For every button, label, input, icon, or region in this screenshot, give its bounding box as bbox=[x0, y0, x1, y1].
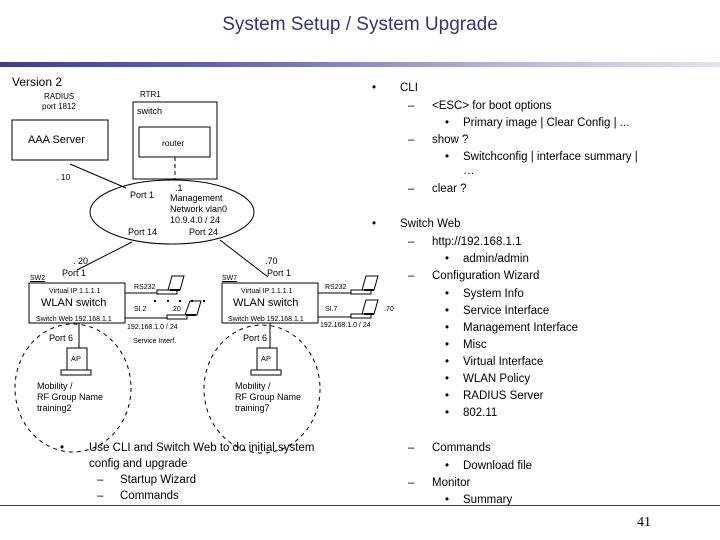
web-dash-1: – bbox=[408, 236, 415, 248]
mgmt-port1-label: Port 1 bbox=[130, 190, 155, 200]
left-bullet-line1: Use CLI and Switch Web to do initial sys… bbox=[89, 442, 315, 454]
cli-dash-2: – bbox=[408, 134, 415, 146]
sw2-port-label: Port 1 bbox=[62, 268, 87, 278]
cli-primary-image: Primary image | Clear Config | ... bbox=[463, 117, 630, 129]
sw2-rs232-laptop-icon bbox=[156, 275, 185, 295]
rtr1-label: RTR1 bbox=[140, 90, 161, 99]
left-bullet-marker: • bbox=[60, 442, 65, 454]
sw7-service-net: 192.168.1.0 / 24 bbox=[320, 322, 371, 329]
web-sub-bullet-download: • bbox=[445, 460, 450, 472]
sw7-ap-label: AP bbox=[261, 354, 272, 363]
switch-web-label: Switch Web bbox=[400, 218, 461, 230]
left-sub-dash-2: – bbox=[97, 490, 104, 502]
cli-label: CLI bbox=[400, 82, 418, 94]
sw2-switch-web-label: Switch Web 192.168.1.1 bbox=[36, 316, 112, 323]
cli-sub-bullet-2: • bbox=[445, 151, 450, 163]
left-sub-startup-wizard: Startup Wizard bbox=[120, 474, 197, 486]
wizard-80211: 802.11 bbox=[463, 407, 498, 419]
mgmt-network-name: Management bbox=[170, 193, 223, 203]
radius-label: RADIUS bbox=[44, 92, 75, 101]
sw7-wlan-switch-label: WLAN switch bbox=[233, 297, 299, 309]
sw7-rf-group-label: RF Group Name bbox=[235, 392, 302, 402]
cli-switchconfig: Switchconfig | interface summary | bbox=[463, 151, 638, 163]
web-download-file: Download file bbox=[463, 460, 533, 472]
web-monitor: Monitor bbox=[432, 477, 471, 489]
sw2-name-label: SW2 bbox=[30, 275, 46, 282]
web-sub-bullet-credentials: • bbox=[445, 253, 450, 265]
cli-show: show ? bbox=[432, 134, 469, 146]
left-sub-commands: Commands bbox=[120, 490, 179, 502]
cli-ellipsis: … bbox=[463, 165, 475, 177]
cli-clear: clear ? bbox=[432, 183, 467, 195]
cli-dash-3: – bbox=[408, 183, 415, 195]
sw7-port-label: Port 1 bbox=[267, 268, 292, 278]
sw7-si-laptop-icon bbox=[350, 299, 379, 319]
cli-bullet-marker: • bbox=[372, 82, 377, 94]
web-commands: Commands bbox=[432, 442, 491, 454]
sw2-service-label: Service Interf. bbox=[133, 338, 177, 345]
sw2-ap-port-label: Port 6 bbox=[49, 333, 74, 343]
radius-port-label: port 1812 bbox=[42, 102, 76, 111]
wizard-service-interface: Service Interface bbox=[463, 305, 550, 317]
sw2-ap-label: AP bbox=[71, 354, 82, 363]
aaa-server-label: AAA Server bbox=[28, 134, 85, 146]
mgmt-subnet-label: 10.9.4.0 / 24 bbox=[170, 215, 221, 225]
sw7-training-label: training7 bbox=[235, 403, 270, 413]
left-sub-dash-1: – bbox=[97, 474, 104, 486]
sw7-laptop-ip: .70 bbox=[384, 306, 394, 313]
wizard-bullet-1: • bbox=[445, 288, 450, 300]
wizard-management-interface: Management Interface bbox=[463, 322, 579, 334]
wizard-bullet-2: • bbox=[445, 305, 450, 317]
mgmt-vlan-label: Network vlan0 bbox=[170, 204, 228, 214]
web-url: http://192.168.1.1 bbox=[432, 236, 522, 248]
sw7-ap-base bbox=[250, 369, 282, 376]
web-bullet-marker: • bbox=[372, 218, 377, 230]
web-dash-3: – bbox=[408, 442, 415, 454]
switch-label: switch bbox=[137, 106, 163, 116]
sw7-rs232-label: RS232 bbox=[325, 284, 347, 291]
wizard-bullet-6: • bbox=[445, 373, 450, 385]
web-dash-2: – bbox=[408, 270, 415, 282]
page-number: 41 bbox=[637, 515, 651, 530]
sw7-ap-port-label: Port 6 bbox=[243, 333, 268, 343]
cli-sub-bullet-1: • bbox=[445, 117, 450, 129]
aaa-link bbox=[69, 163, 127, 189]
web-credentials: admin/admin bbox=[463, 253, 529, 265]
sw2-si-label: SI.2 bbox=[134, 306, 147, 313]
wizard-bullet-4: • bbox=[445, 339, 450, 351]
web-dash-4: – bbox=[408, 477, 415, 489]
wizard-bullet-7: • bbox=[445, 390, 450, 402]
mgmt-port24-label: Port 24 bbox=[189, 227, 219, 237]
mgmt-port14-label: Port 14 bbox=[128, 227, 158, 237]
wizard-system-info: System Info bbox=[463, 288, 524, 300]
sw7-mobility-label: Mobility / bbox=[235, 381, 271, 391]
cli-dash-1: – bbox=[408, 100, 415, 112]
sw2-service-net: 192.168.1.0 / 24 bbox=[127, 324, 178, 331]
wizard-bullet-8: • bbox=[445, 407, 450, 419]
version-label: Version 2 bbox=[12, 75, 63, 89]
wizard-bullet-5: • bbox=[445, 356, 450, 368]
sw2-ap-base bbox=[60, 369, 92, 376]
sw7-name-label: SW7 bbox=[222, 275, 238, 282]
web-config-wizard: Configuration Wizard bbox=[432, 270, 540, 282]
sw7-si-label: SI.7 bbox=[325, 306, 338, 313]
wizard-bullet-3: • bbox=[445, 322, 450, 334]
aaa-ip-label: . 10 bbox=[56, 172, 71, 182]
sw2-mobility-label: Mobility / bbox=[37, 381, 73, 391]
sw2-laptop-ip: .20 bbox=[171, 306, 181, 313]
wizard-wlan-policy: WLAN Policy bbox=[463, 373, 531, 385]
sw7-rs232-laptop-icon bbox=[350, 275, 379, 295]
sw2-rs232-label: RS232 bbox=[134, 284, 156, 291]
cli-esc-boot-options: <ESC> for boot options bbox=[432, 100, 552, 112]
wizard-virtual-interface: Virtual Interface bbox=[463, 356, 544, 368]
sw2-training-label: training2 bbox=[37, 403, 72, 413]
wizard-radius-server: RADIUS Server bbox=[463, 390, 544, 402]
router-label: router bbox=[162, 138, 185, 148]
wizard-misc: Misc bbox=[463, 339, 487, 351]
footer-divider bbox=[0, 505, 720, 506]
sw7-switch-web-label: Switch Web 192.168.1.1 bbox=[228, 316, 304, 323]
left-bullet-line2: config and upgrade bbox=[89, 458, 188, 470]
sw2-rf-group-label: RF Group Name bbox=[37, 392, 104, 402]
sw2-wlan-switch-label: WLAN switch bbox=[41, 297, 107, 309]
